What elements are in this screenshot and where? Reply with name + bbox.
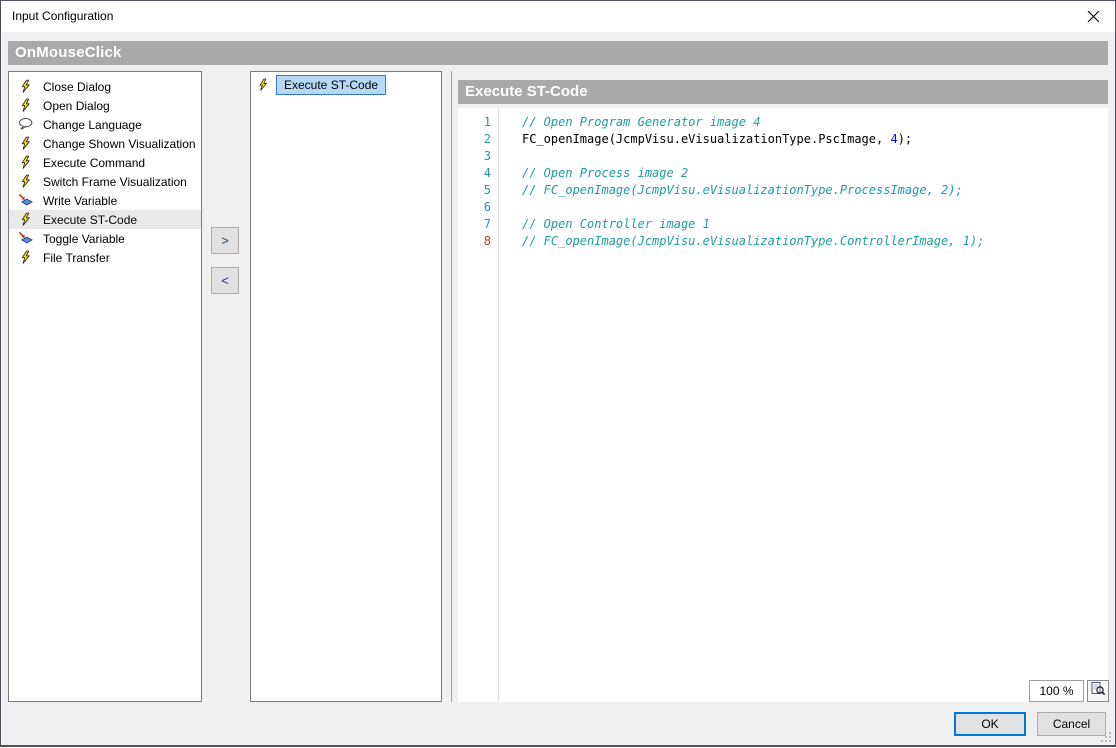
action-item[interactable]: Change Language bbox=[9, 115, 201, 134]
event-header: OnMouseClick bbox=[8, 41, 1108, 65]
cancel-button[interactable]: Cancel bbox=[1037, 712, 1106, 736]
available-actions-list[interactable]: Close Dialog Open Dialog Change Language Ch… bbox=[8, 71, 202, 702]
variable-icon bbox=[18, 231, 33, 246]
assigned-action-label: Execute ST-Code bbox=[276, 75, 386, 95]
code-line: 5 // FC_openImage(JcmpVisu.eVisualization… bbox=[458, 182, 1108, 199]
action-item-label: Close Dialog bbox=[43, 80, 111, 94]
ok-button[interactable]: OK bbox=[954, 712, 1026, 736]
action-item[interactable]: Close Dialog bbox=[9, 77, 201, 96]
line-number: 4 bbox=[458, 165, 491, 182]
zoom-level-box[interactable]: 100 % bbox=[1029, 680, 1084, 702]
code-line: 1 // Open Program Generator image 4 bbox=[458, 114, 1108, 131]
bolt-icon bbox=[18, 155, 33, 170]
action-item[interactable]: Switch Frame Visualization bbox=[9, 172, 201, 191]
code-text: // Open Controller image 1 bbox=[522, 216, 710, 233]
code-text: // Open Process image 2 bbox=[522, 165, 688, 182]
code-line: 6 bbox=[458, 199, 1108, 216]
action-item[interactable]: File Transfer bbox=[9, 248, 201, 267]
assigned-actions-list[interactable]: Execute ST-Code bbox=[250, 71, 442, 702]
line-number: 7 bbox=[458, 216, 491, 233]
action-item-label: Toggle Variable bbox=[43, 232, 125, 246]
close-icon[interactable] bbox=[1086, 9, 1101, 24]
action-item[interactable]: Change Shown Visualization bbox=[9, 134, 201, 153]
variable-icon bbox=[18, 193, 33, 208]
editor-header: Execute ST-Code bbox=[458, 80, 1108, 104]
action-item-label: Open Dialog bbox=[43, 99, 110, 113]
action-item[interactable]: Open Dialog bbox=[9, 96, 201, 115]
action-item[interactable]: Execute ST-Code bbox=[9, 210, 201, 229]
code-line: 7 // Open Controller image 1 bbox=[458, 216, 1108, 233]
bolt-icon bbox=[256, 78, 270, 92]
action-item-label: Write Variable bbox=[43, 194, 117, 208]
title-bar: Input Configuration bbox=[1, 1, 1115, 32]
action-item[interactable]: Write Variable bbox=[9, 191, 201, 210]
code-text: FC_openImage(JcmpVisu.eVisualizationType… bbox=[522, 131, 912, 148]
line-number: 5 bbox=[458, 182, 491, 199]
action-item-label: File Transfer bbox=[43, 251, 110, 265]
code-text: // FC_openImage(JcmpVisu.eVisualizationT… bbox=[522, 233, 984, 250]
line-number: 1 bbox=[458, 114, 491, 131]
bolt-icon bbox=[18, 136, 33, 151]
line-number: 2 bbox=[458, 131, 491, 148]
bolt-icon bbox=[18, 212, 33, 227]
code-text: // Open Program Generator image 4 bbox=[522, 114, 760, 131]
action-item[interactable]: Execute Command bbox=[9, 153, 201, 172]
action-item[interactable]: Toggle Variable bbox=[9, 229, 201, 248]
panel-divider bbox=[451, 71, 452, 702]
action-item-label: Execute ST-Code bbox=[43, 213, 137, 227]
st-code-editor[interactable]: 1 // Open Program Generator image 4 2 FC_op… bbox=[458, 108, 1108, 702]
speech-icon bbox=[18, 117, 33, 132]
remove-action-button[interactable]: < bbox=[211, 267, 239, 294]
bolt-icon bbox=[18, 98, 33, 113]
code-lines: 1 // Open Program Generator image 4 2 FC_op… bbox=[458, 114, 1108, 250]
document-magnifier-icon bbox=[1090, 681, 1106, 702]
bolt-icon bbox=[18, 174, 33, 189]
action-item-label: Switch Frame Visualization bbox=[43, 175, 187, 189]
line-number: 6 bbox=[458, 199, 491, 216]
bolt-icon bbox=[18, 250, 33, 265]
line-number: 8 bbox=[458, 233, 491, 250]
action-item-label: Execute Command bbox=[43, 156, 145, 170]
window-title: Input Configuration bbox=[12, 9, 113, 23]
input-configuration-dialog: Input Configuration OnMouseClick Close D… bbox=[0, 0, 1116, 747]
bolt-icon bbox=[18, 79, 33, 94]
action-item-label: Change Language bbox=[43, 118, 142, 132]
line-number: 3 bbox=[458, 148, 491, 165]
code-line: 8 // FC_openImage(JcmpVisu.eVisualization… bbox=[458, 233, 1108, 250]
action-item-label: Change Shown Visualization bbox=[43, 137, 196, 151]
code-line: 2 FC_openImage(JcmpVisu.eVisualizationTyp… bbox=[458, 131, 1108, 148]
add-action-button[interactable]: > bbox=[211, 227, 239, 254]
code-line: 4 // Open Process image 2 bbox=[458, 165, 1108, 182]
code-text: // FC_openImage(JcmpVisu.eVisualizationT… bbox=[522, 182, 963, 199]
zoom-fit-button[interactable] bbox=[1087, 680, 1109, 702]
code-line: 3 bbox=[458, 148, 1108, 165]
resize-grip[interactable] bbox=[1100, 730, 1112, 742]
assigned-action-item[interactable]: Execute ST-Code bbox=[251, 74, 441, 96]
